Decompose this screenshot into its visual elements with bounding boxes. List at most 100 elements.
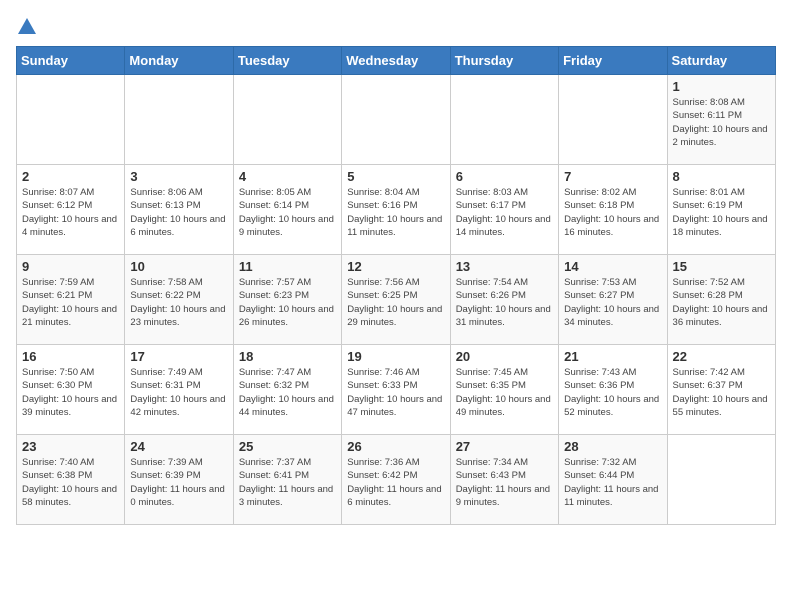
calendar-cell: 13 Sunrise: 7:54 AM Sunset: 6:26 PM Dayli… <box>450 255 558 345</box>
calendar-cell <box>559 75 667 165</box>
week-row-5: 23Sunrise: 7:40 AM Sunset: 6:38 PM Dayli… <box>17 435 776 525</box>
day-info: Sunrise: 7:37 AM Sunset: 6:41 PM Dayligh… <box>239 456 336 509</box>
week-row-4: 16 Sunrise: 7:50 AM Sunset: 6:30 PM Dayli… <box>17 345 776 435</box>
day-header-thursday: Thursday <box>450 47 558 75</box>
day-header-tuesday: Tuesday <box>233 47 341 75</box>
day-number: 26 <box>347 439 444 454</box>
day-info: Sunrise: 7:54 AM Sunset: 6:26 PM Dayligh… <box>456 276 553 329</box>
calendar-cell: 15 Sunrise: 7:52 AM Sunset: 6:28 PM Dayli… <box>667 255 775 345</box>
day-info: Sunrise: 8:07 AM Sunset: 6:12 PM Dayligh… <box>22 186 119 239</box>
calendar-cell: 14 Sunrise: 7:53 AM Sunset: 6:27 PM Dayli… <box>559 255 667 345</box>
logo-icon <box>16 16 38 38</box>
day-number: 6 <box>456 169 553 184</box>
calendar-cell: 24Sunrise: 7:39 AM Sunset: 6:39 PM Dayli… <box>125 435 233 525</box>
calendar-cell: 21 Sunrise: 7:43 AM Sunset: 6:36 PM Dayli… <box>559 345 667 435</box>
day-info: Sunrise: 7:32 AM Sunset: 6:44 PM Dayligh… <box>564 456 661 509</box>
calendar-cell: 23Sunrise: 7:40 AM Sunset: 6:38 PM Dayli… <box>17 435 125 525</box>
calendar-cell: 9 Sunrise: 7:59 AM Sunset: 6:21 PM Daylig… <box>17 255 125 345</box>
week-row-1: 1 Sunrise: 8:08 AM Sunset: 6:11 PM Daylig… <box>17 75 776 165</box>
day-number: 16 <box>22 349 119 364</box>
day-info: Sunrise: 7:53 AM Sunset: 6:27 PM Dayligh… <box>564 276 661 329</box>
day-info: Sunrise: 8:06 AM Sunset: 6:13 PM Dayligh… <box>130 186 227 239</box>
day-number: 13 <box>456 259 553 274</box>
day-number: 22 <box>673 349 770 364</box>
day-info: Sunrise: 8:01 AM Sunset: 6:19 PM Dayligh… <box>673 186 770 239</box>
day-info: Sunrise: 8:08 AM Sunset: 6:11 PM Dayligh… <box>673 96 770 149</box>
calendar-cell: 19 Sunrise: 7:46 AM Sunset: 6:33 PM Dayli… <box>342 345 450 435</box>
calendar-cell <box>342 75 450 165</box>
day-info: Sunrise: 7:58 AM Sunset: 6:22 PM Dayligh… <box>130 276 227 329</box>
calendar-cell <box>233 75 341 165</box>
calendar-cell <box>17 75 125 165</box>
calendar-body: 1 Sunrise: 8:08 AM Sunset: 6:11 PM Daylig… <box>17 75 776 525</box>
day-number: 14 <box>564 259 661 274</box>
day-number: 17 <box>130 349 227 364</box>
day-info: Sunrise: 7:47 AM Sunset: 6:32 PM Dayligh… <box>239 366 336 419</box>
calendar-cell <box>450 75 558 165</box>
logo <box>16 16 38 38</box>
day-header-friday: Friday <box>559 47 667 75</box>
calendar-cell: 17 Sunrise: 7:49 AM Sunset: 6:31 PM Dayli… <box>125 345 233 435</box>
day-number: 9 <box>22 259 119 274</box>
day-number: 10 <box>130 259 227 274</box>
day-info: Sunrise: 7:42 AM Sunset: 6:37 PM Dayligh… <box>673 366 770 419</box>
calendar-cell: 5Sunrise: 8:04 AM Sunset: 6:16 PM Daylig… <box>342 165 450 255</box>
day-number: 11 <box>239 259 336 274</box>
day-number: 3 <box>130 169 227 184</box>
day-number: 28 <box>564 439 661 454</box>
calendar-cell: 12 Sunrise: 7:56 AM Sunset: 6:25 PM Dayli… <box>342 255 450 345</box>
day-info: Sunrise: 7:49 AM Sunset: 6:31 PM Dayligh… <box>130 366 227 419</box>
day-info: Sunrise: 7:45 AM Sunset: 6:35 PM Dayligh… <box>456 366 553 419</box>
day-info: Sunrise: 7:52 AM Sunset: 6:28 PM Dayligh… <box>673 276 770 329</box>
calendar-cell <box>667 435 775 525</box>
day-number: 15 <box>673 259 770 274</box>
day-number: 20 <box>456 349 553 364</box>
day-header-saturday: Saturday <box>667 47 775 75</box>
calendar-cell: 1 Sunrise: 8:08 AM Sunset: 6:11 PM Daylig… <box>667 75 775 165</box>
day-info: Sunrise: 8:03 AM Sunset: 6:17 PM Dayligh… <box>456 186 553 239</box>
day-number: 12 <box>347 259 444 274</box>
day-info: Sunrise: 8:05 AM Sunset: 6:14 PM Dayligh… <box>239 186 336 239</box>
day-number: 25 <box>239 439 336 454</box>
header <box>16 16 776 38</box>
day-number: 19 <box>347 349 444 364</box>
calendar-cell: 18 Sunrise: 7:47 AM Sunset: 6:32 PM Dayli… <box>233 345 341 435</box>
day-number: 1 <box>673 79 770 94</box>
day-headers-row: SundayMondayTuesdayWednesdayThursdayFrid… <box>17 47 776 75</box>
calendar-table: SundayMondayTuesdayWednesdayThursdayFrid… <box>16 46 776 525</box>
day-info: Sunrise: 7:39 AM Sunset: 6:39 PM Dayligh… <box>130 456 227 509</box>
calendar-cell: 25 Sunrise: 7:37 AM Sunset: 6:41 PM Dayli… <box>233 435 341 525</box>
day-number: 21 <box>564 349 661 364</box>
day-info: Sunrise: 8:02 AM Sunset: 6:18 PM Dayligh… <box>564 186 661 239</box>
day-number: 18 <box>239 349 336 364</box>
calendar-cell: 20 Sunrise: 7:45 AM Sunset: 6:35 PM Dayli… <box>450 345 558 435</box>
calendar-cell: 11 Sunrise: 7:57 AM Sunset: 6:23 PM Dayli… <box>233 255 341 345</box>
day-info: Sunrise: 7:46 AM Sunset: 6:33 PM Dayligh… <box>347 366 444 419</box>
calendar-cell: 6 Sunrise: 8:03 AM Sunset: 6:17 PM Daylig… <box>450 165 558 255</box>
week-row-3: 9 Sunrise: 7:59 AM Sunset: 6:21 PM Daylig… <box>17 255 776 345</box>
day-info: Sunrise: 7:36 AM Sunset: 6:42 PM Dayligh… <box>347 456 444 509</box>
calendar-cell: 7 Sunrise: 8:02 AM Sunset: 6:18 PM Daylig… <box>559 165 667 255</box>
day-info: Sunrise: 7:57 AM Sunset: 6:23 PM Dayligh… <box>239 276 336 329</box>
day-info: Sunrise: 7:43 AM Sunset: 6:36 PM Dayligh… <box>564 366 661 419</box>
calendar-cell: 8 Sunrise: 8:01 AM Sunset: 6:19 PM Daylig… <box>667 165 775 255</box>
day-number: 8 <box>673 169 770 184</box>
day-number: 27 <box>456 439 553 454</box>
calendar-cell <box>125 75 233 165</box>
calendar-cell: 28 Sunrise: 7:32 AM Sunset: 6:44 PM Dayli… <box>559 435 667 525</box>
day-header-monday: Monday <box>125 47 233 75</box>
day-number: 7 <box>564 169 661 184</box>
day-info: Sunrise: 7:50 AM Sunset: 6:30 PM Dayligh… <box>22 366 119 419</box>
calendar-cell: 10 Sunrise: 7:58 AM Sunset: 6:22 PM Dayli… <box>125 255 233 345</box>
day-number: 2 <box>22 169 119 184</box>
day-header-sunday: Sunday <box>17 47 125 75</box>
calendar-cell: 3 Sunrise: 8:06 AM Sunset: 6:13 PM Daylig… <box>125 165 233 255</box>
day-info: Sunrise: 7:56 AM Sunset: 6:25 PM Dayligh… <box>347 276 444 329</box>
week-row-2: 2 Sunrise: 8:07 AM Sunset: 6:12 PM Daylig… <box>17 165 776 255</box>
calendar-cell: 16 Sunrise: 7:50 AM Sunset: 6:30 PM Dayli… <box>17 345 125 435</box>
day-info: Sunrise: 7:59 AM Sunset: 6:21 PM Dayligh… <box>22 276 119 329</box>
day-number: 5 <box>347 169 444 184</box>
calendar-cell: 2 Sunrise: 8:07 AM Sunset: 6:12 PM Daylig… <box>17 165 125 255</box>
calendar-cell: 26 Sunrise: 7:36 AM Sunset: 6:42 PM Dayli… <box>342 435 450 525</box>
day-number: 23 <box>22 439 119 454</box>
